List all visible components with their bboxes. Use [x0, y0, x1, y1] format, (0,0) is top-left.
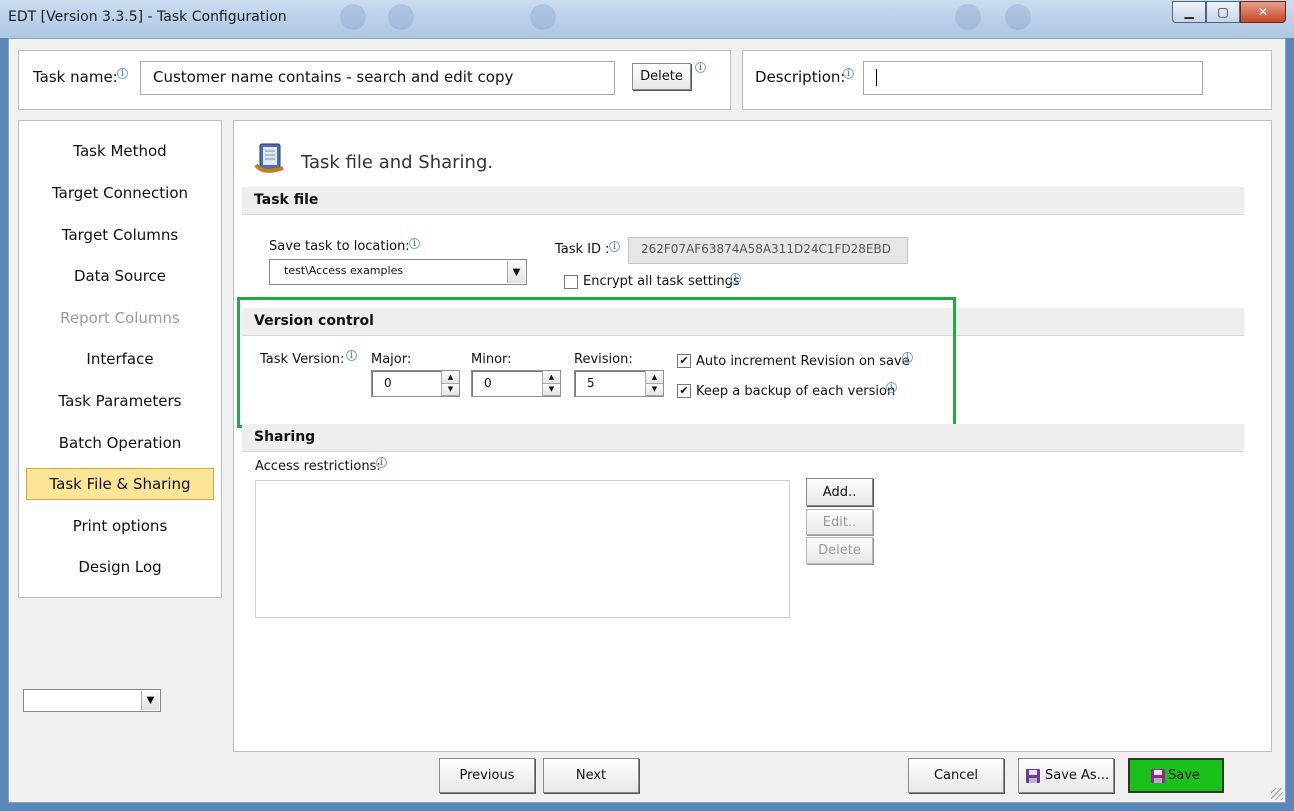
delete-info-icon[interactable]: i	[695, 62, 706, 73]
sidebar-item-design-log[interactable]: Design Log	[26, 551, 214, 583]
save-location-label: Save task to location:	[269, 239, 410, 254]
sharing-heading: Sharing	[242, 424, 1244, 452]
save-as-button[interactable]: Save As...	[1018, 758, 1114, 793]
sidebar-item-task-parameters[interactable]: Task Parameters	[26, 385, 214, 417]
sidebar-item-target-columns[interactable]: Target Columns	[26, 219, 214, 251]
notebook-icon	[254, 143, 284, 173]
access-restrictions-list[interactable]	[255, 480, 790, 618]
sidebar-item-data-source[interactable]: Data Source	[26, 260, 214, 292]
edit-access-button[interactable]: Edit..	[806, 509, 873, 535]
window-client: Task name: i Customer name contains - se…	[8, 38, 1286, 803]
save-location-select[interactable]: test\Access examples ▼	[269, 259, 527, 285]
sidebar: Task Method Target Connection Target Col…	[18, 120, 222, 598]
floppy-disk-icon	[1151, 768, 1165, 783]
chevron-down-icon: ▼	[507, 261, 525, 283]
add-access-button[interactable]: Add..	[806, 478, 873, 506]
sidebar-item-print-options[interactable]: Print options	[26, 510, 214, 542]
page-title: Task file and Sharing.	[301, 152, 494, 173]
close-button[interactable]: ✕	[1240, 1, 1286, 23]
resize-grip-icon[interactable]	[1271, 788, 1283, 800]
task-name-label: Task name:	[33, 68, 118, 86]
task-name-input[interactable]: Customer name contains - search and edit…	[140, 61, 615, 95]
task-id-label: Task ID :	[555, 242, 610, 257]
sidebar-select[interactable]: ▼	[23, 689, 161, 712]
minimize-button[interactable]: ▁	[1172, 1, 1206, 23]
delete-task-button[interactable]: Delete	[632, 63, 691, 90]
window-title: EDT [Version 3.3.5] - Task Configuration	[8, 9, 287, 25]
sidebar-item-report-columns[interactable]: Report Columns	[26, 302, 214, 334]
access-restrictions-label: Access restrictions:	[255, 459, 381, 474]
sidebar-item-interface[interactable]: Interface	[26, 343, 214, 375]
main-panel: Task file and Sharing. Task file Save ta…	[233, 120, 1272, 752]
encrypt-checkbox[interactable]	[564, 275, 578, 289]
save-location-info-icon[interactable]: i	[409, 238, 420, 249]
description-info-icon[interactable]: i	[843, 68, 854, 79]
task-id-field: 262F07AF63874A58A311D24C1FD28EBD	[628, 237, 908, 264]
access-restrictions-info-icon[interactable]: i	[376, 457, 387, 468]
description-input[interactable]	[863, 61, 1203, 95]
encrypt-info-icon[interactable]: i	[730, 273, 741, 284]
task-name-panel: Task name: i Customer name contains - se…	[18, 50, 731, 110]
chevron-down-icon: ▼	[141, 691, 159, 710]
description-label: Description:	[755, 68, 846, 86]
save-label: Save	[1168, 768, 1200, 783]
sidebar-item-batch-operation[interactable]: Batch Operation	[26, 427, 214, 459]
title-bar: EDT [Version 3.3.5] - Task Configuration…	[0, 0, 1294, 38]
next-button[interactable]: Next	[543, 758, 639, 793]
maximize-button[interactable]: ▢	[1206, 1, 1240, 23]
delete-access-button[interactable]: Delete	[806, 537, 873, 564]
sidebar-item-target-connection[interactable]: Target Connection	[26, 177, 214, 209]
background-toolbar-icon	[388, 4, 414, 30]
save-button[interactable]: Save	[1128, 758, 1224, 793]
background-toolbar-icon	[530, 4, 556, 30]
description-panel: Description: i	[742, 50, 1272, 110]
cancel-button[interactable]: Cancel	[908, 758, 1004, 793]
background-toolbar-icon	[340, 4, 366, 30]
task-id-info-icon[interactable]: i	[609, 241, 620, 252]
previous-button[interactable]: Previous	[439, 758, 535, 793]
background-toolbar-icon	[955, 4, 981, 30]
sidebar-item-task-file-sharing[interactable]: Task File & Sharing	[26, 468, 214, 500]
task-name-info-icon[interactable]: i	[117, 68, 128, 79]
background-toolbar-icon	[1005, 4, 1031, 30]
save-as-label: Save As...	[1045, 768, 1110, 783]
sidebar-item-task-method[interactable]: Task Method	[26, 135, 214, 167]
floppy-disk-icon	[1026, 768, 1040, 783]
encrypt-label: Encrypt all task settings	[583, 274, 740, 289]
window-controls: ▁ ▢ ✕	[1172, 1, 1286, 23]
task-file-heading: Task file	[242, 187, 1244, 215]
version-control-highlight	[237, 297, 956, 428]
save-location-value: test\Access examples	[284, 264, 404, 277]
text-cursor	[876, 69, 877, 86]
